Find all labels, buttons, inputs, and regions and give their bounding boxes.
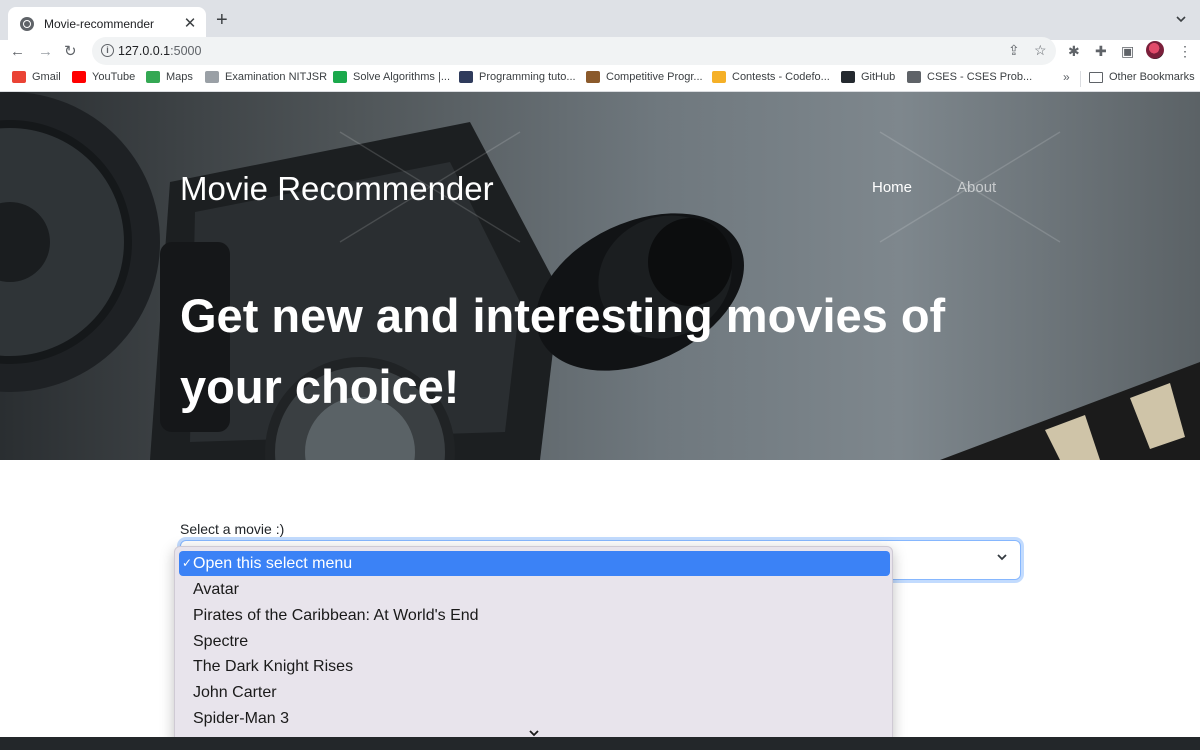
extension-bug-icon[interactable]: ✱ (1068, 43, 1080, 59)
nav-home-link[interactable]: Home (872, 179, 912, 196)
option-label: Open this select menu (193, 555, 353, 572)
folder-icon (1089, 71, 1103, 83)
option-label: Avatar (193, 581, 239, 598)
side-panel-icon[interactable]: ▣ (1121, 43, 1134, 59)
codeforces-icon (712, 71, 726, 83)
page-footer (0, 737, 1200, 750)
bookmark-gmail[interactable]: Gmail (12, 71, 61, 83)
youtube-icon (72, 71, 86, 83)
option-label: John Carter (193, 684, 277, 701)
chevron-down-icon[interactable] (1174, 12, 1188, 26)
select-option[interactable]: Avatar (179, 577, 890, 602)
select-movie-label: Select a movie :) (180, 521, 285, 537)
option-label: Pirates of the Caribbean: At World's End (193, 607, 479, 624)
github-icon (841, 71, 855, 83)
option-label: The Dark Knight Rises (193, 658, 354, 675)
info-icon[interactable]: i (101, 44, 114, 57)
bookmarks-bar: Gmail YouTube Maps Examination NITJSR So… (0, 66, 1200, 92)
site-brand[interactable]: Movie Recommender (180, 170, 494, 208)
option-label: Spectre (193, 633, 249, 650)
more-menu-icon[interactable]: ⋮ (1178, 43, 1192, 59)
bookmark-youtube[interactable]: YouTube (72, 71, 135, 83)
bookmark-label: Programming tuto... (479, 71, 576, 83)
select-option[interactable]: The Dark Knight Rises (179, 654, 890, 679)
forward-icon[interactable]: → (38, 42, 53, 62)
bookmark-label: Competitive Progr... (606, 71, 703, 83)
hackerrank-icon (333, 71, 347, 83)
hashnode-icon (459, 71, 473, 83)
bookmark-label: CSES - CSES Prob... (927, 71, 1033, 83)
tab-strip: Movie-recommender ✕ + (0, 0, 1200, 40)
bookmark-label: Contests - Codefo... (732, 71, 830, 83)
bookmark-label: Maps (166, 71, 193, 83)
gmail-icon (12, 71, 26, 83)
bookmark-maps[interactable]: Maps (146, 71, 193, 83)
new-tab-button[interactable]: + (216, 10, 228, 30)
bookmark-codechef[interactable]: Competitive Progr... (586, 71, 703, 83)
select-option[interactable]: ✓ Open this select menu (179, 551, 890, 576)
star-icon[interactable]: ☆ (1034, 42, 1047, 58)
other-bookmarks-folder[interactable]: Other Bookmarks (1089, 71, 1195, 83)
address-bar[interactable]: i 127.0.0.1:5000 ⇪ ☆ (92, 37, 1056, 65)
globe-icon (907, 71, 921, 83)
hero-banner: Movie Recommender Home About Get new and… (0, 92, 1200, 460)
bookmark-hackerrank[interactable]: Solve Algorithms |... (333, 71, 450, 83)
hero-headline: Get new and interesting movies of your c… (180, 289, 946, 413)
bookmarks-divider (1080, 71, 1081, 87)
back-icon[interactable]: ← (10, 42, 25, 62)
bookmark-label: Solve Algorithms |... (353, 71, 451, 83)
browser-toolbar: ← → ↻ i 127.0.0.1:5000 ⇪ ☆ ✱ ✚ ▣ ⋮ (0, 37, 1200, 66)
more-bookmarks-button[interactable]: » (1063, 70, 1070, 84)
select-option[interactable]: Pirates of the Caribbean: At World's End (179, 603, 890, 628)
maps-icon (146, 71, 160, 83)
bookmark-programming[interactable]: Programming tuto... (459, 71, 576, 83)
globe-icon (20, 16, 34, 31)
select-dropdown-list[interactable]: ✓ Open this select menu Avatar Pirates o… (174, 546, 893, 744)
bookmark-cses[interactable]: CSES - CSES Prob... (907, 71, 1032, 83)
bookmark-label: YouTube (92, 71, 136, 83)
bookmark-label: Gmail (32, 71, 61, 83)
reload-icon[interactable]: ↻ (64, 42, 77, 62)
select-option[interactable]: Spectre (179, 629, 890, 654)
bookmark-codeforces[interactable]: Contests - Codefo... (712, 71, 830, 83)
share-icon[interactable]: ⇪ (1008, 42, 1020, 58)
bookmark-github[interactable]: GitHub (841, 71, 895, 83)
puzzle-icon[interactable]: ✚ (1095, 43, 1107, 59)
bookmark-label: Examination NITJSR (225, 71, 328, 83)
url-text: 127.0.0.1:5000 (118, 44, 202, 58)
nav-about-link[interactable]: About (957, 179, 996, 196)
profile-avatar[interactable] (1146, 41, 1164, 59)
chevron-down-icon (997, 554, 1007, 561)
nitjsr-icon (205, 71, 219, 83)
bookmark-label: GitHub (861, 71, 896, 83)
tab-title: Movie-recommender (44, 16, 155, 31)
codechef-icon (586, 71, 600, 83)
bookmark-nitjsr[interactable]: Examination NITJSR (205, 71, 327, 83)
browser-tab[interactable]: Movie-recommender ✕ (8, 7, 206, 40)
option-label: Spider-Man 3 (193, 710, 290, 727)
bookmark-label: Other Bookmarks (1109, 71, 1195, 83)
close-icon[interactable]: ✕ (182, 15, 198, 32)
check-icon: ✓ (182, 556, 193, 570)
select-option[interactable]: John Carter (179, 680, 890, 705)
